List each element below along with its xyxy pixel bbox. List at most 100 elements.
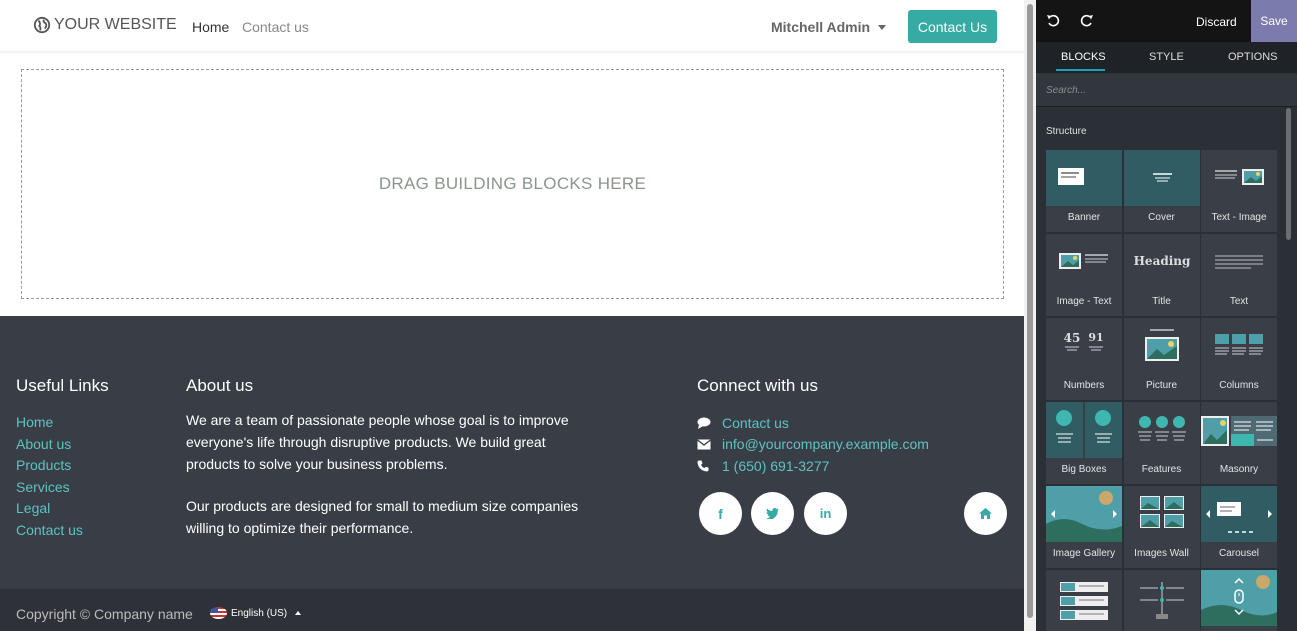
block-text-image[interactable]: Text - Image bbox=[1201, 150, 1277, 232]
images-wall-thumbnail bbox=[1139, 496, 1184, 528]
connect-list: Contact us info@yourcompany.example.com … bbox=[697, 412, 929, 477]
connect-email-link[interactable]: info@yourcompany.example.com bbox=[722, 436, 929, 452]
block-title[interactable]: Heading Title bbox=[1123, 234, 1200, 316]
editor-panel: Discard Save BLOCKS STYLE OPTIONS Struct… bbox=[1036, 0, 1297, 631]
parallax-thumbnail bbox=[1201, 570, 1277, 626]
text-thumbnail bbox=[1215, 255, 1263, 269]
tab-style[interactable]: STYLE bbox=[1149, 51, 1184, 63]
editor-topbar: Discard Save bbox=[1036, 0, 1297, 42]
brand-name: YOUR WEBSITE bbox=[54, 16, 177, 33]
connect-phone-link[interactable]: 1 (650) 691-3277 bbox=[722, 458, 829, 474]
globe-icon bbox=[33, 16, 51, 34]
navbar: YOUR WEBSITE Home Contact us Mitchell Ad… bbox=[0, 0, 1024, 52]
contact-us-button[interactable]: Contact Us bbox=[908, 10, 997, 43]
banner-thumbnail bbox=[1046, 150, 1122, 206]
block-features[interactable]: Features bbox=[1123, 402, 1200, 484]
editor-tabs: BLOCKS STYLE OPTIONS bbox=[1036, 42, 1297, 73]
about-title: About us bbox=[186, 376, 254, 395]
linkedin-button[interactable]: in bbox=[804, 492, 847, 535]
block-numbers[interactable]: 45 91 Numbers bbox=[1046, 318, 1122, 400]
block-cover[interactable]: Cover bbox=[1123, 150, 1200, 232]
brand-logo[interactable]: YOUR WEBSITE bbox=[33, 16, 177, 34]
masonry-thumbnail bbox=[1201, 416, 1277, 446]
footer-link-about[interactable]: About us bbox=[16, 434, 83, 456]
user-menu[interactable]: Mitchell Admin bbox=[771, 19, 887, 35]
block-carousel[interactable]: Carousel bbox=[1201, 486, 1277, 568]
footer-link-contact[interactable]: Contact us bbox=[16, 520, 83, 542]
block-image-text[interactable]: Image - Text bbox=[1046, 234, 1122, 316]
block-label: Text - Image bbox=[1211, 212, 1267, 223]
home-icon bbox=[979, 508, 992, 519]
image-gallery-thumbnail bbox=[1046, 486, 1122, 542]
tab-options[interactable]: OPTIONS bbox=[1228, 51, 1278, 63]
block-label: Image - Text bbox=[1056, 296, 1112, 307]
user-name: Mitchell Admin bbox=[771, 19, 871, 35]
block-banner[interactable]: Banner bbox=[1046, 150, 1122, 232]
block-picture[interactable]: Picture bbox=[1123, 318, 1200, 400]
save-button[interactable]: Save bbox=[1251, 0, 1297, 42]
block-label: Banner bbox=[1067, 212, 1101, 223]
undo-icon[interactable] bbox=[1046, 14, 1060, 28]
connect-phone-row: 1 (650) 691-3277 bbox=[697, 455, 929, 477]
page-scrollbar[interactable] bbox=[1024, 0, 1036, 631]
copyright-text: Copyright © Company name bbox=[16, 606, 193, 622]
image-text-thumbnail bbox=[1059, 253, 1108, 269]
block-label: Text bbox=[1229, 296, 1249, 307]
list-image-thumbnail bbox=[1060, 582, 1108, 620]
footer-link-home[interactable]: Home bbox=[16, 412, 83, 434]
block-row6-1[interactable] bbox=[1046, 570, 1122, 631]
drop-zone[interactable]: DRAG BUILDING BLOCKS HERE bbox=[21, 69, 1004, 299]
drop-zone-label: DRAG BUILDING BLOCKS HERE bbox=[378, 174, 647, 193]
features-thumbnail bbox=[1137, 416, 1186, 441]
tab-blocks[interactable]: BLOCKS bbox=[1061, 51, 1106, 63]
facebook-icon: f bbox=[718, 505, 723, 522]
svg-text:Heading: Heading bbox=[1133, 254, 1190, 268]
block-label: Masonry bbox=[1219, 464, 1259, 475]
useful-links-title: Useful Links bbox=[16, 376, 109, 395]
footer-link-products[interactable]: Products bbox=[16, 455, 83, 477]
block-label: Title bbox=[1152, 296, 1171, 307]
structure-section-title: Structure bbox=[1046, 126, 1087, 137]
caret-down-icon bbox=[878, 24, 887, 30]
big-boxes-thumbnail bbox=[1046, 402, 1122, 458]
footer-link-legal[interactable]: Legal bbox=[16, 498, 83, 520]
facebook-button[interactable]: f bbox=[699, 492, 742, 535]
page-scrollbar-thumb[interactable] bbox=[1027, 4, 1033, 618]
block-label: Image Gallery bbox=[1052, 548, 1116, 559]
website-preview: YOUR WEBSITE Home Contact us Mitchell Ad… bbox=[0, 0, 1024, 631]
block-masonry[interactable]: Masonry bbox=[1201, 402, 1277, 484]
redo-icon[interactable] bbox=[1080, 14, 1094, 28]
block-search-input[interactable] bbox=[1046, 82, 1276, 98]
footer-link-services[interactable]: Services bbox=[16, 477, 83, 499]
block-row6-2[interactable] bbox=[1123, 570, 1200, 631]
connect-contact-link[interactable]: Contact us bbox=[722, 415, 789, 431]
timeline-thumbnail bbox=[1139, 582, 1184, 619]
block-big-boxes[interactable]: Big Boxes bbox=[1046, 402, 1122, 484]
block-label: Picture bbox=[1145, 380, 1178, 391]
connect-email-row: info@yourcompany.example.com bbox=[697, 434, 929, 456]
text-image-thumbnail bbox=[1215, 169, 1264, 185]
panel-scrollbar-thumb[interactable] bbox=[1286, 108, 1291, 240]
block-label: Features bbox=[1141, 464, 1182, 475]
block-columns[interactable]: Columns bbox=[1201, 318, 1277, 400]
twitter-icon bbox=[766, 508, 779, 519]
language-selector[interactable]: English (US) bbox=[210, 607, 302, 619]
columns-thumbnail bbox=[1215, 334, 1263, 355]
linkedin-icon: in bbox=[819, 506, 832, 521]
discard-button[interactable]: Discard bbox=[1196, 15, 1237, 29]
about-paragraph-2: Our products are designed for small to m… bbox=[186, 498, 579, 536]
block-row6-3[interactable] bbox=[1201, 570, 1277, 631]
block-text[interactable]: Text bbox=[1201, 234, 1277, 316]
block-search bbox=[1036, 73, 1297, 107]
nav-contact-us[interactable]: Contact us bbox=[242, 19, 309, 35]
twitter-button[interactable] bbox=[751, 492, 794, 535]
title-thumbnail: Heading bbox=[1133, 254, 1190, 268]
nav-home[interactable]: Home bbox=[192, 19, 229, 35]
block-image-gallery[interactable]: Image Gallery bbox=[1046, 486, 1122, 568]
home-button[interactable] bbox=[964, 492, 1007, 535]
us-flag-icon bbox=[210, 607, 227, 619]
block-images-wall[interactable]: Images Wall bbox=[1123, 486, 1200, 568]
blocks-grid: Banner Cover Text - Image Image - Text H… bbox=[1046, 150, 1277, 631]
block-label: Cover bbox=[1148, 212, 1175, 223]
connect-contact-row: Contact us bbox=[697, 412, 929, 434]
